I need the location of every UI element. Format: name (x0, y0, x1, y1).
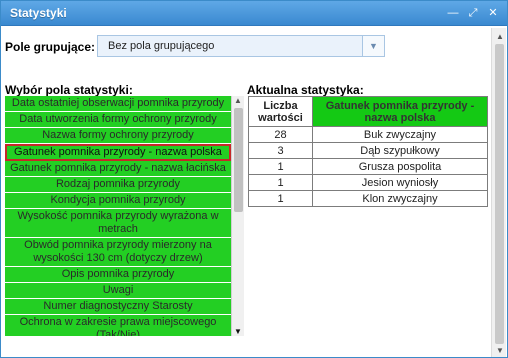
table-row[interactable]: 1 Klon zwyczajny (248, 190, 488, 207)
close-icon[interactable]: ✕ (485, 5, 501, 21)
window-scroll-thumb[interactable] (495, 44, 504, 344)
stats-value-cell: Dąb szypułkowy (312, 142, 488, 159)
stats-header-field[interactable]: Gatunek pomnika przyrody - nazwa polska (312, 96, 488, 127)
stats-count-cell: 1 (248, 158, 313, 175)
list-item[interactable]: Kondycja pomnika przyrody (5, 193, 231, 209)
field-list-title: Wybór pola statystyki: (5, 83, 133, 97)
window-title: Statystyki (10, 6, 67, 20)
field-list-scrollbar[interactable]: ▲ ▼ (231, 96, 244, 336)
field-list-scroll-thumb[interactable] (234, 108, 243, 212)
list-item[interactable]: Rodzaj pomnika przyrody (5, 177, 231, 193)
stats-table-body: 28 Buk zwyczajny 3 Dąb szypułkowy 1 Grusza po… (248, 126, 488, 207)
stats-table: Liczba wartości Gatunek pomnika przyrody… (248, 96, 488, 207)
stats-value-cell: Jesion wyniosły (312, 174, 488, 191)
stats-value-cell: Buk zwyczajny (312, 126, 488, 143)
statistics-window: Statystyki — ⤢ ✕ Pole grupujące: Bez pol… (0, 0, 508, 358)
stats-value-cell: Grusza pospolita (312, 158, 488, 175)
stats-count-cell: 28 (248, 126, 313, 143)
window-tools: — ⤢ ✕ (445, 5, 501, 21)
window-titlebar[interactable]: Statystyki — ⤢ ✕ (1, 1, 507, 26)
table-row[interactable]: 1 Grusza pospolita (248, 158, 488, 175)
table-row[interactable]: 3 Dąb szypułkowy (248, 142, 488, 159)
grouping-select[interactable]: Bez pola grupującego ▼ (97, 35, 385, 57)
list-item-selected[interactable]: Gatunek pomnika przyrody - nazwa polska (5, 144, 231, 161)
list-item[interactable]: Ochrona w zakresie prawa miejscowego (Ta… (5, 315, 231, 336)
field-list: Data ostatniej obserwacji pomnika przyro… (5, 96, 244, 336)
table-row[interactable]: 1 Jesion wyniosły (248, 174, 488, 191)
table-row[interactable]: 28 Buk zwyczajny (248, 126, 488, 143)
list-item[interactable]: Wysokość pomnika przyrody wyrażona w met… (5, 209, 231, 238)
list-item[interactable]: Opis pomnika przyrody (5, 267, 231, 283)
window-scrollbar[interactable]: ▲ ▼ (491, 28, 506, 357)
stats-header-row: Liczba wartości Gatunek pomnika przyrody… (248, 96, 488, 127)
grouping-label: Pole grupujące: (5, 40, 96, 54)
list-item[interactable]: Uwagi (5, 283, 231, 299)
chevron-down-icon[interactable]: ▼ (362, 36, 384, 56)
scroll-up-icon[interactable]: ▲ (496, 32, 504, 41)
scroll-up-icon[interactable]: ▲ (234, 96, 242, 105)
list-item[interactable]: Gatunek pomnika przyrody - nazwa łacińsk… (5, 161, 231, 177)
list-item[interactable]: Data ostatniej obserwacji pomnika przyro… (5, 96, 231, 112)
restore-icon[interactable]: ⤢ (465, 5, 481, 21)
grouping-select-value: Bez pola grupującego (108, 40, 215, 52)
minimize-icon[interactable]: — (445, 5, 461, 21)
stats-header-count[interactable]: Liczba wartości (248, 96, 313, 127)
list-item[interactable]: Obwód pomnika przyrody mierzony na wysok… (5, 238, 231, 267)
scroll-down-icon[interactable]: ▼ (496, 346, 504, 355)
list-item[interactable]: Numer diagnostyczny Starosty (5, 299, 231, 315)
stats-count-cell: 3 (248, 142, 313, 159)
stats-count-cell: 1 (248, 190, 313, 207)
stats-title: Aktualna statystyka: (247, 83, 364, 97)
list-item[interactable]: Data utworzenia formy ochrony przyrody (5, 112, 231, 128)
stats-value-cell: Klon zwyczajny (312, 190, 488, 207)
list-item[interactable]: Nazwa formy ochrony przyrody (5, 128, 231, 144)
scroll-down-icon[interactable]: ▼ (234, 327, 242, 336)
stats-count-cell: 1 (248, 174, 313, 191)
